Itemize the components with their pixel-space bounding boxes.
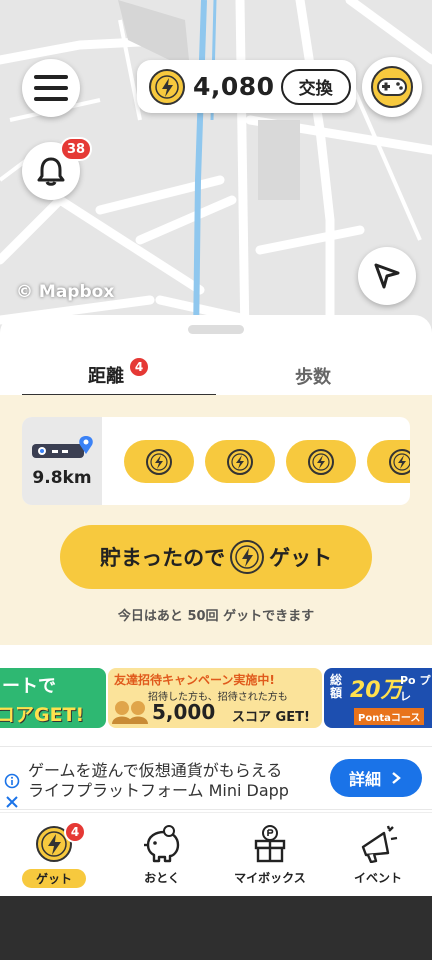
banner-text: ートで: [2, 676, 56, 697]
coin-slot[interactable]: [205, 440, 275, 483]
distance-card: 9.8km: [22, 417, 410, 505]
tab-distance-badge: 4: [128, 355, 150, 378]
ad-banner[interactable]: ゲームを遊んで仮想通貨がもらえる ライフプラットフォーム Mini Dapp 詳…: [0, 746, 432, 810]
coin-icon: [146, 448, 172, 475]
collect-button-label-pre: 貯まったので: [99, 546, 226, 570]
tab-steps-label: 歩数: [295, 366, 331, 388]
locate-button[interactable]: [358, 247, 416, 305]
coin-slot[interactable]: [286, 440, 356, 483]
app-root: © Mapbox 4,080 交換 38 距離 4 歩数 9.8km 貯まったの…: [0, 0, 432, 960]
distance-value: 9.8km: [32, 468, 92, 488]
map-attribution[interactable]: © Mapbox: [16, 282, 114, 302]
ad-text: ゲームを遊んで仮想通貨がもらえる ライフプラットフォーム Mini Dapp: [28, 761, 289, 801]
bell-icon: [37, 157, 65, 186]
exchange-button[interactable]: 交換: [280, 68, 351, 105]
nav-get-label: ゲット: [21, 869, 86, 888]
nav-events-label: イベント: [353, 871, 402, 885]
close-icon[interactable]: [5, 795, 19, 809]
tab-distance[interactable]: 距離 4: [22, 355, 216, 397]
coin-icon: [230, 540, 265, 574]
game-button[interactable]: [362, 57, 422, 117]
banner-text: 総額: [330, 673, 343, 700]
people-icon: [112, 701, 148, 724]
collect-button-label-post: ゲット: [269, 546, 333, 570]
navigation-arrow-icon: [374, 263, 400, 289]
nav-deals-label: おとく: [144, 871, 180, 885]
system-bottom-bar: [0, 896, 432, 960]
coin-icon: [308, 448, 334, 475]
coin-icon: [149, 68, 185, 105]
nav-mybox[interactable]: マイボックス: [216, 813, 324, 896]
nav-get-badge: 4: [64, 821, 86, 843]
bottom-sheet: 距離 4 歩数 9.8km 貯まったので ゲット 今日はあと 50回 ゲットでき…: [0, 315, 432, 815]
nav-deals[interactable]: おとく: [108, 813, 216, 896]
coin-slot[interactable]: [367, 440, 410, 483]
sheet-handle[interactable]: [188, 325, 244, 334]
info-icon[interactable]: [4, 773, 20, 789]
promo-banner[interactable]: 友達招待キャンペーン実施中! 招待した方も、招待された方も 5,000 スコア …: [108, 668, 322, 728]
tab-steps[interactable]: 歩数: [216, 355, 410, 397]
coin-slot[interactable]: [124, 440, 194, 483]
coin-amount: 4,080: [193, 72, 275, 101]
promo-banner[interactable]: 総額 20万 Po プレ Pontaコース: [324, 668, 432, 728]
ad-line-1: ゲームを遊んで仮想通貨がもらえる: [28, 761, 283, 780]
ad-line-2: ライフプラットフォーム Mini Dapp: [28, 781, 289, 800]
tab-distance-label: 距離: [88, 365, 124, 387]
banner-text: 5,000: [152, 700, 216, 724]
promo-banner-carousel[interactable]: ートで コアGET! 友達招待キャンペーン実施中! 招待した方も、招待された方も…: [0, 668, 432, 728]
banner-text: 20万: [350, 678, 403, 703]
nav-events[interactable]: イベント: [324, 813, 432, 896]
bottom-nav: 4 ゲット おとく マイボックス イベント: [0, 812, 432, 896]
tab-bar: 距離 4 歩数: [22, 355, 410, 397]
distance-summary: 9.8km: [22, 417, 102, 505]
ad-button-label: 詳細: [348, 770, 381, 789]
menu-button[interactable]: [22, 59, 80, 117]
banner-text: Po プレ: [400, 674, 431, 703]
remaining-collects-text: 今日はあと 50回 ゲットできます: [117, 609, 315, 624]
chevron-right-icon: [392, 772, 401, 784]
piggy-bank-icon: [144, 825, 180, 863]
collect-coins-button[interactable]: 貯まったので ゲット: [60, 525, 372, 589]
gift-box-icon: [254, 825, 286, 863]
banner-text: 友達招待キャンペーン実施中!: [114, 673, 275, 687]
notification-count-badge: 38: [60, 137, 92, 161]
hamburger-icon: [34, 75, 68, 101]
ad-details-button[interactable]: 詳細: [330, 759, 422, 797]
coin-icon: [227, 448, 253, 475]
megaphone-icon: [361, 825, 398, 863]
coin-icon: [389, 448, 410, 475]
coin-balance: 4,080 交換: [137, 60, 356, 113]
nav-get[interactable]: 4 ゲット: [0, 813, 108, 896]
banner-text: Pontaコース: [354, 708, 425, 725]
promo-banner[interactable]: ートで コアGET!: [0, 668, 106, 728]
gamepad-icon: [371, 66, 413, 108]
banner-text: スコア GET!: [232, 710, 310, 725]
distance-panel: 9.8km 貯まったので ゲット 今日はあと 50回 ゲットできます: [0, 395, 432, 645]
banner-text: コアGET!: [0, 704, 85, 726]
route-icon: [32, 436, 93, 458]
nav-mybox-label: マイボックス: [234, 871, 306, 885]
